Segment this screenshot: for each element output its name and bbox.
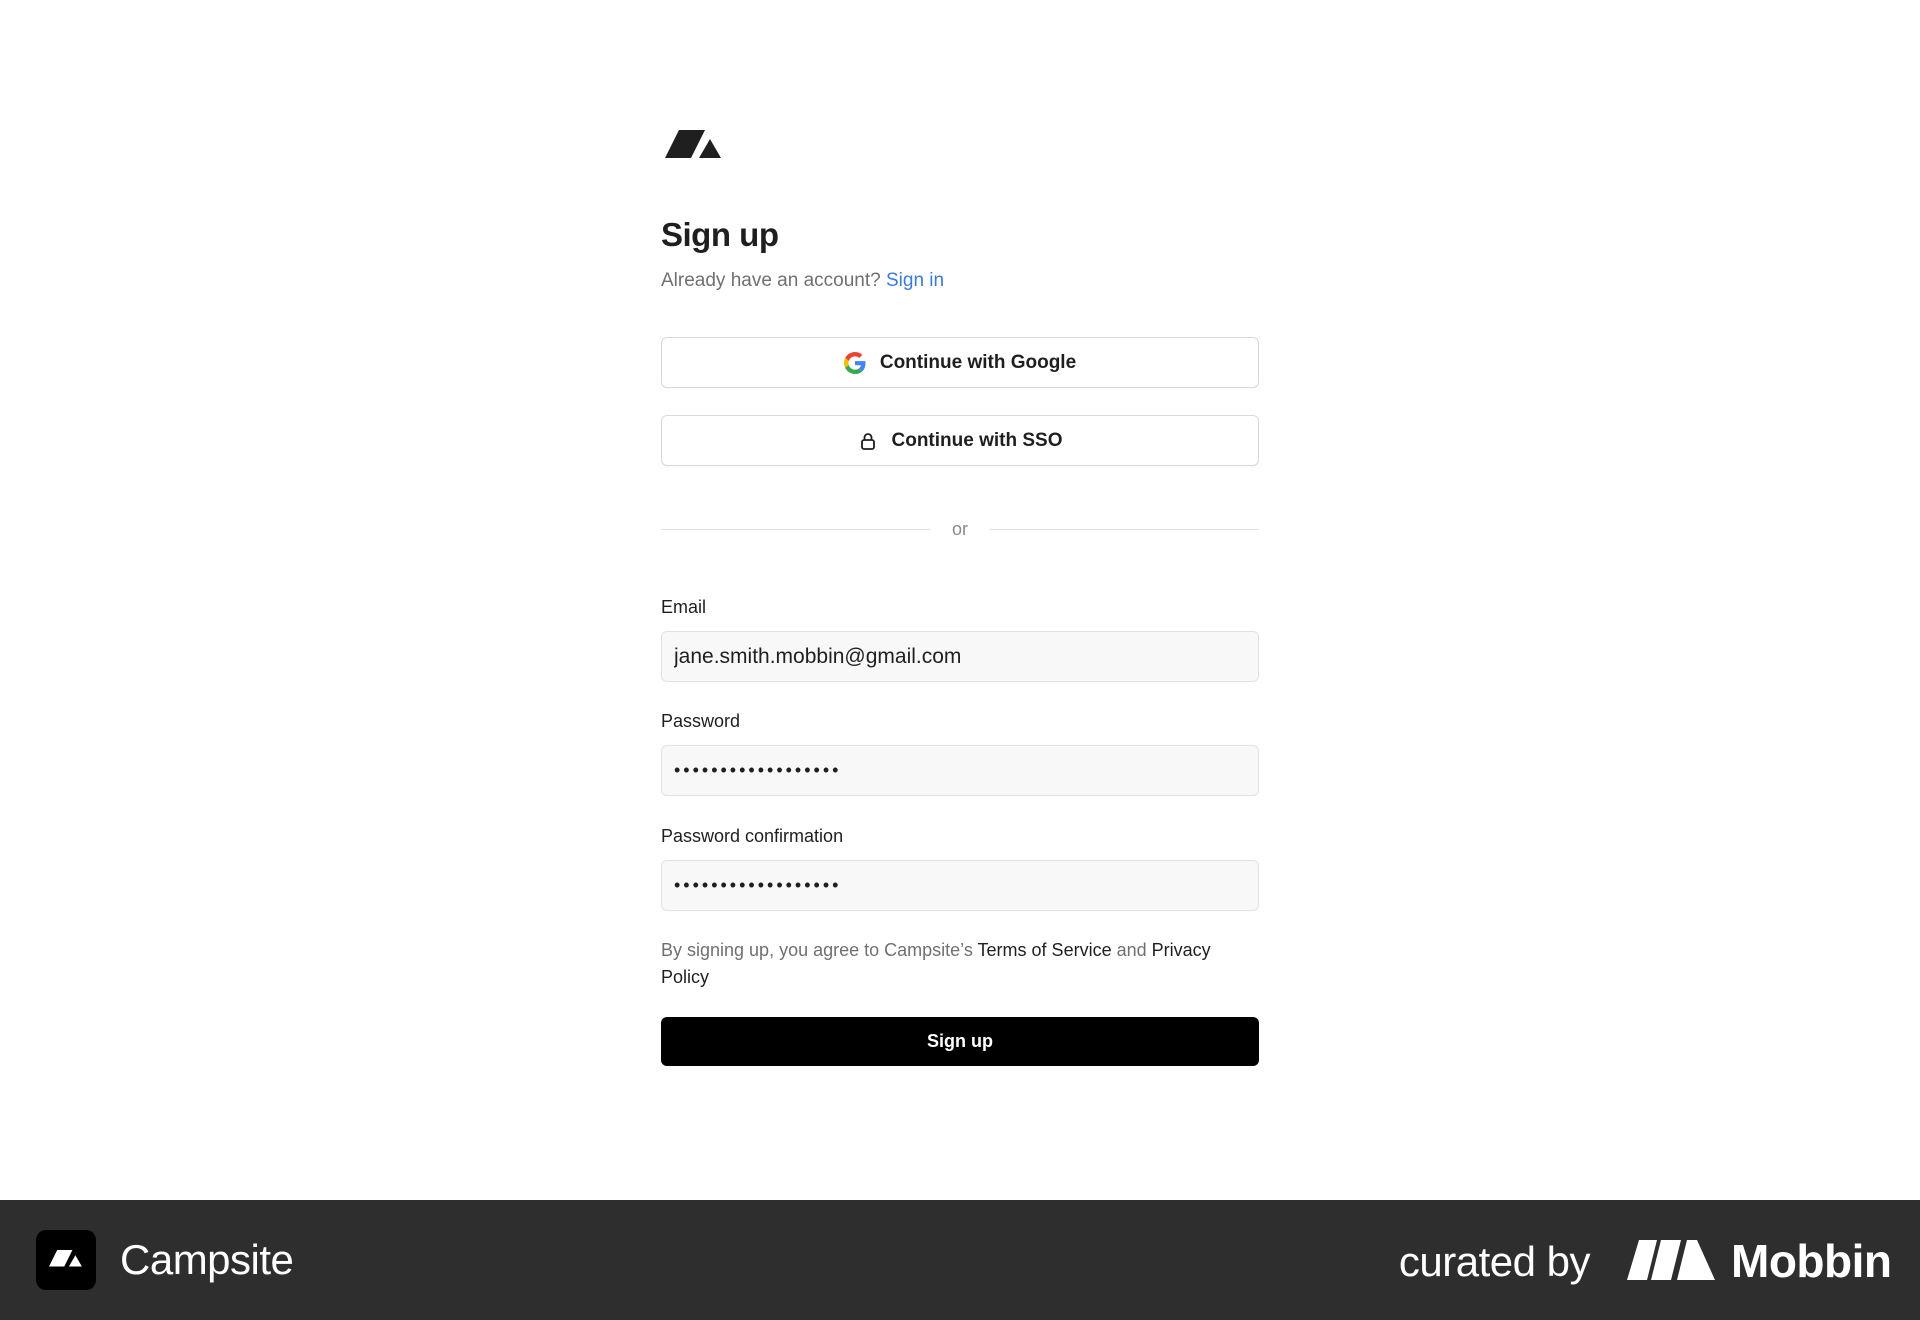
sign-in-prompt: Already have an account? Sign in	[661, 270, 944, 292]
campsite-badge-icon	[49, 1250, 82, 1267]
page-title: Sign up	[661, 216, 779, 253]
or-divider: or	[661, 518, 1260, 540]
app-badge	[36, 1230, 96, 1290]
divider-line-right	[990, 528, 1260, 530]
lock-icon	[858, 431, 878, 451]
google-icon	[843, 351, 866, 374]
password-label: Password	[661, 711, 741, 731]
campsite-logo-icon	[665, 130, 721, 158]
terms-prefix: By signing up, you agree to Campsite’s	[661, 940, 973, 960]
mobbin-brand-name: Mobbin	[1731, 1235, 1892, 1287]
email-field[interactable]	[661, 631, 1259, 682]
continue-with-google-button[interactable]: Continue with Google	[661, 337, 1259, 388]
mobbin-logo-icon	[1627, 1240, 1715, 1280]
password-field[interactable]	[661, 745, 1259, 796]
sign-up-button[interactable]: Sign up	[661, 1017, 1259, 1066]
password-confirmation-field[interactable]	[661, 860, 1259, 911]
terms-and: and	[1116, 940, 1147, 960]
page: Sign up Already have an account? Sign in…	[0, 0, 1920, 1320]
divider-line-left	[661, 528, 930, 530]
terms-of-service-link[interactable]: Terms of Service	[978, 940, 1112, 960]
sign-in-prompt-text: Already have an account?	[661, 270, 881, 291]
continue-with-google-label: Continue with Google	[879, 351, 1077, 373]
password-confirmation-label: Password confirmation	[661, 826, 844, 846]
sign-in-link[interactable]: Sign in	[886, 270, 944, 291]
terms-notice: By signing up, you agree to Campsite’s T…	[661, 937, 1259, 991]
divider-label: or	[952, 518, 969, 539]
curated-by-text: curated by	[1398, 1238, 1591, 1285]
footer-bar: Campsite curated by Mobbin	[0, 1200, 1920, 1320]
email-label: Email	[661, 597, 707, 617]
app-name: Campsite	[120, 1236, 294, 1283]
continue-with-sso-label: Continue with SSO	[891, 429, 1063, 451]
continue-with-sso-button[interactable]: Continue with SSO	[661, 415, 1259, 466]
